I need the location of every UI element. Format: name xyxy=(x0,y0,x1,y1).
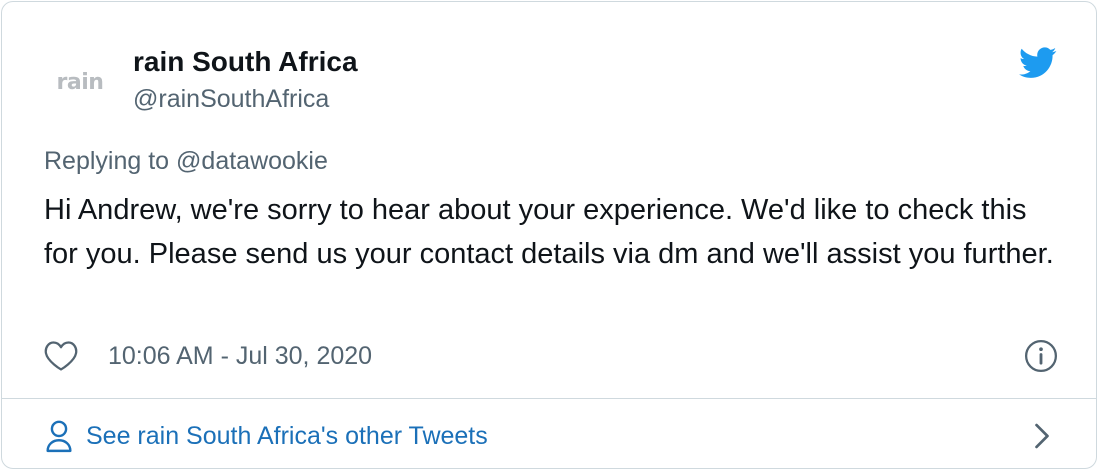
tweet-meta: 10:06 AM - Jul 30, 2020 xyxy=(44,338,372,374)
avatar[interactable]: rain xyxy=(44,46,116,118)
tweet-text: Hi Andrew, we're sorry to hear about you… xyxy=(44,194,1054,270)
author-display-name[interactable]: rain South Africa xyxy=(133,46,358,78)
author-handle[interactable]: @rainSouthAfrica xyxy=(133,85,329,114)
see-other-tweets-link[interactable]: See rain South Africa's other Tweets xyxy=(44,414,488,458)
avatar-logo-text: rain xyxy=(56,69,104,95)
tweet-timestamp[interactable]: 10:06 AM - Jul 30, 2020 xyxy=(108,342,372,371)
twitter-bird-icon[interactable] xyxy=(1019,46,1057,80)
footer-divider xyxy=(2,398,1096,399)
tweet-card: rain rain South Africa @rainSouthAfrica … xyxy=(1,1,1097,469)
tweet-header: rain rain South Africa @rainSouthAfrica xyxy=(2,2,1096,132)
replying-to: Replying to @datawookie xyxy=(44,147,328,176)
heart-icon[interactable] xyxy=(44,340,78,372)
person-icon xyxy=(46,420,72,453)
replying-prefix: Replying to xyxy=(44,147,177,175)
reply-mention-link[interactable]: @datawookie xyxy=(176,147,328,175)
chevron-right-icon[interactable] xyxy=(1031,421,1053,451)
info-icon[interactable] xyxy=(1024,339,1058,373)
see-other-tweets-label: See rain South Africa's other Tweets xyxy=(86,421,488,450)
